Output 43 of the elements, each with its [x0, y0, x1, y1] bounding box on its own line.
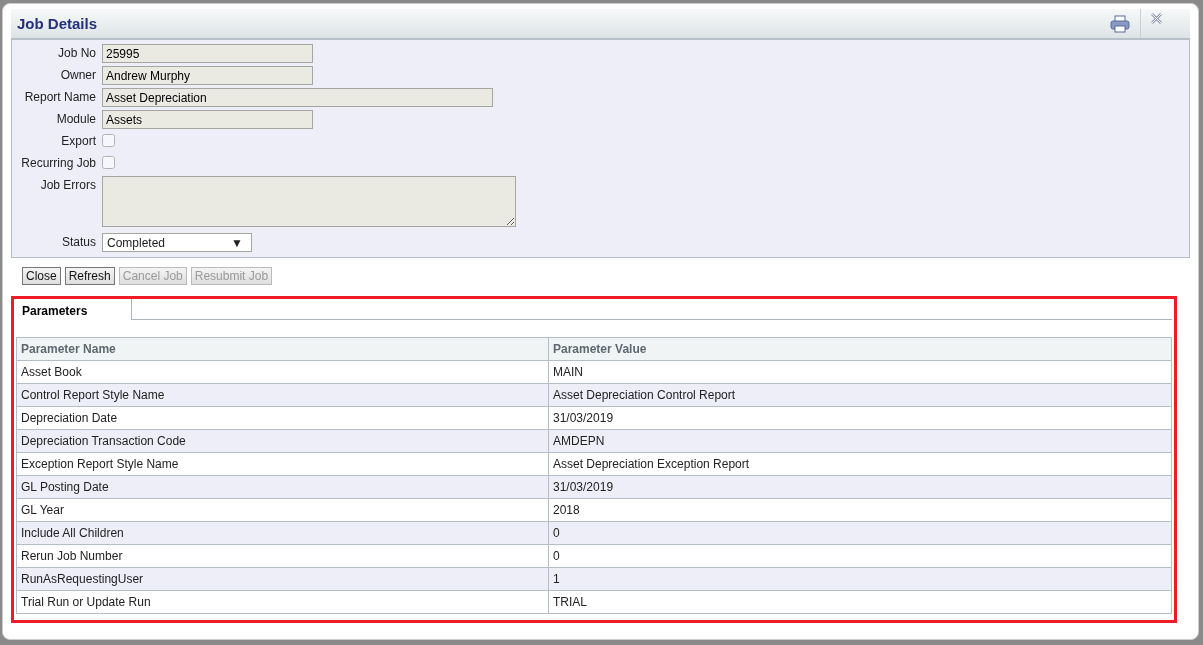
- text-field[interactable]: Asset Depreciation: [102, 88, 493, 107]
- action-button[interactable]: Close: [22, 267, 61, 285]
- text-field[interactable]: Assets: [102, 110, 313, 129]
- table-cell: Depreciation Date: [16, 406, 549, 430]
- table-cell: Rerun Job Number: [16, 544, 549, 568]
- column-header: Parameter Name: [16, 337, 549, 361]
- column-header: Parameter Value: [548, 337, 1172, 361]
- status-dropdown[interactable]: Completed ▼: [102, 233, 252, 252]
- field-label: Report Name: [23, 89, 96, 106]
- field-label: Recurring Job: [20, 155, 96, 172]
- text-area[interactable]: [102, 176, 516, 227]
- table-cell: 31/03/2019: [548, 406, 1172, 430]
- table-cell: 1: [548, 567, 1172, 591]
- table-cell: MAIN: [548, 360, 1172, 384]
- table-cell: AMDEPN: [548, 429, 1172, 453]
- table-cell: 0: [548, 521, 1172, 545]
- table-cell: Asset Depreciation Exception Report: [548, 452, 1172, 476]
- table-cell: 31/03/2019: [548, 475, 1172, 499]
- checkbox[interactable]: [102, 156, 115, 169]
- table-cell: 2018: [548, 498, 1172, 522]
- table-cell: Exception Report Style Name: [16, 452, 549, 476]
- field-label: Status: [60, 234, 96, 251]
- table-cell: Depreciation Transaction Code: [16, 429, 549, 453]
- action-button[interactable]: Refresh: [64, 267, 115, 285]
- window-title: Job Details: [17, 15, 98, 32]
- table-cell: TRIAL: [548, 590, 1172, 614]
- table-cell: Control Report Style Name: [16, 383, 549, 407]
- table-cell: GL Year: [16, 498, 549, 522]
- field-label: Module: [55, 111, 96, 128]
- table-cell: Trial Run or Update Run: [16, 590, 549, 614]
- table-cell: Asset Book: [16, 360, 549, 384]
- table-cell: 0: [548, 544, 1172, 568]
- field-label: Owner: [59, 67, 96, 84]
- text-field[interactable]: 25995: [102, 44, 313, 63]
- table-cell: GL Posting Date: [16, 475, 549, 499]
- table-cell: Include All Children: [16, 521, 549, 545]
- table-cell: Asset Depreciation Control Report: [548, 383, 1172, 407]
- table-cell: RunAsRequestingUser: [16, 567, 549, 591]
- field-label: Job Errors: [39, 177, 96, 194]
- text-field[interactable]: Andrew Murphy: [102, 66, 313, 85]
- checkbox[interactable]: [102, 134, 115, 147]
- field-label: Export: [60, 133, 96, 150]
- field-label: Job No: [56, 45, 96, 62]
